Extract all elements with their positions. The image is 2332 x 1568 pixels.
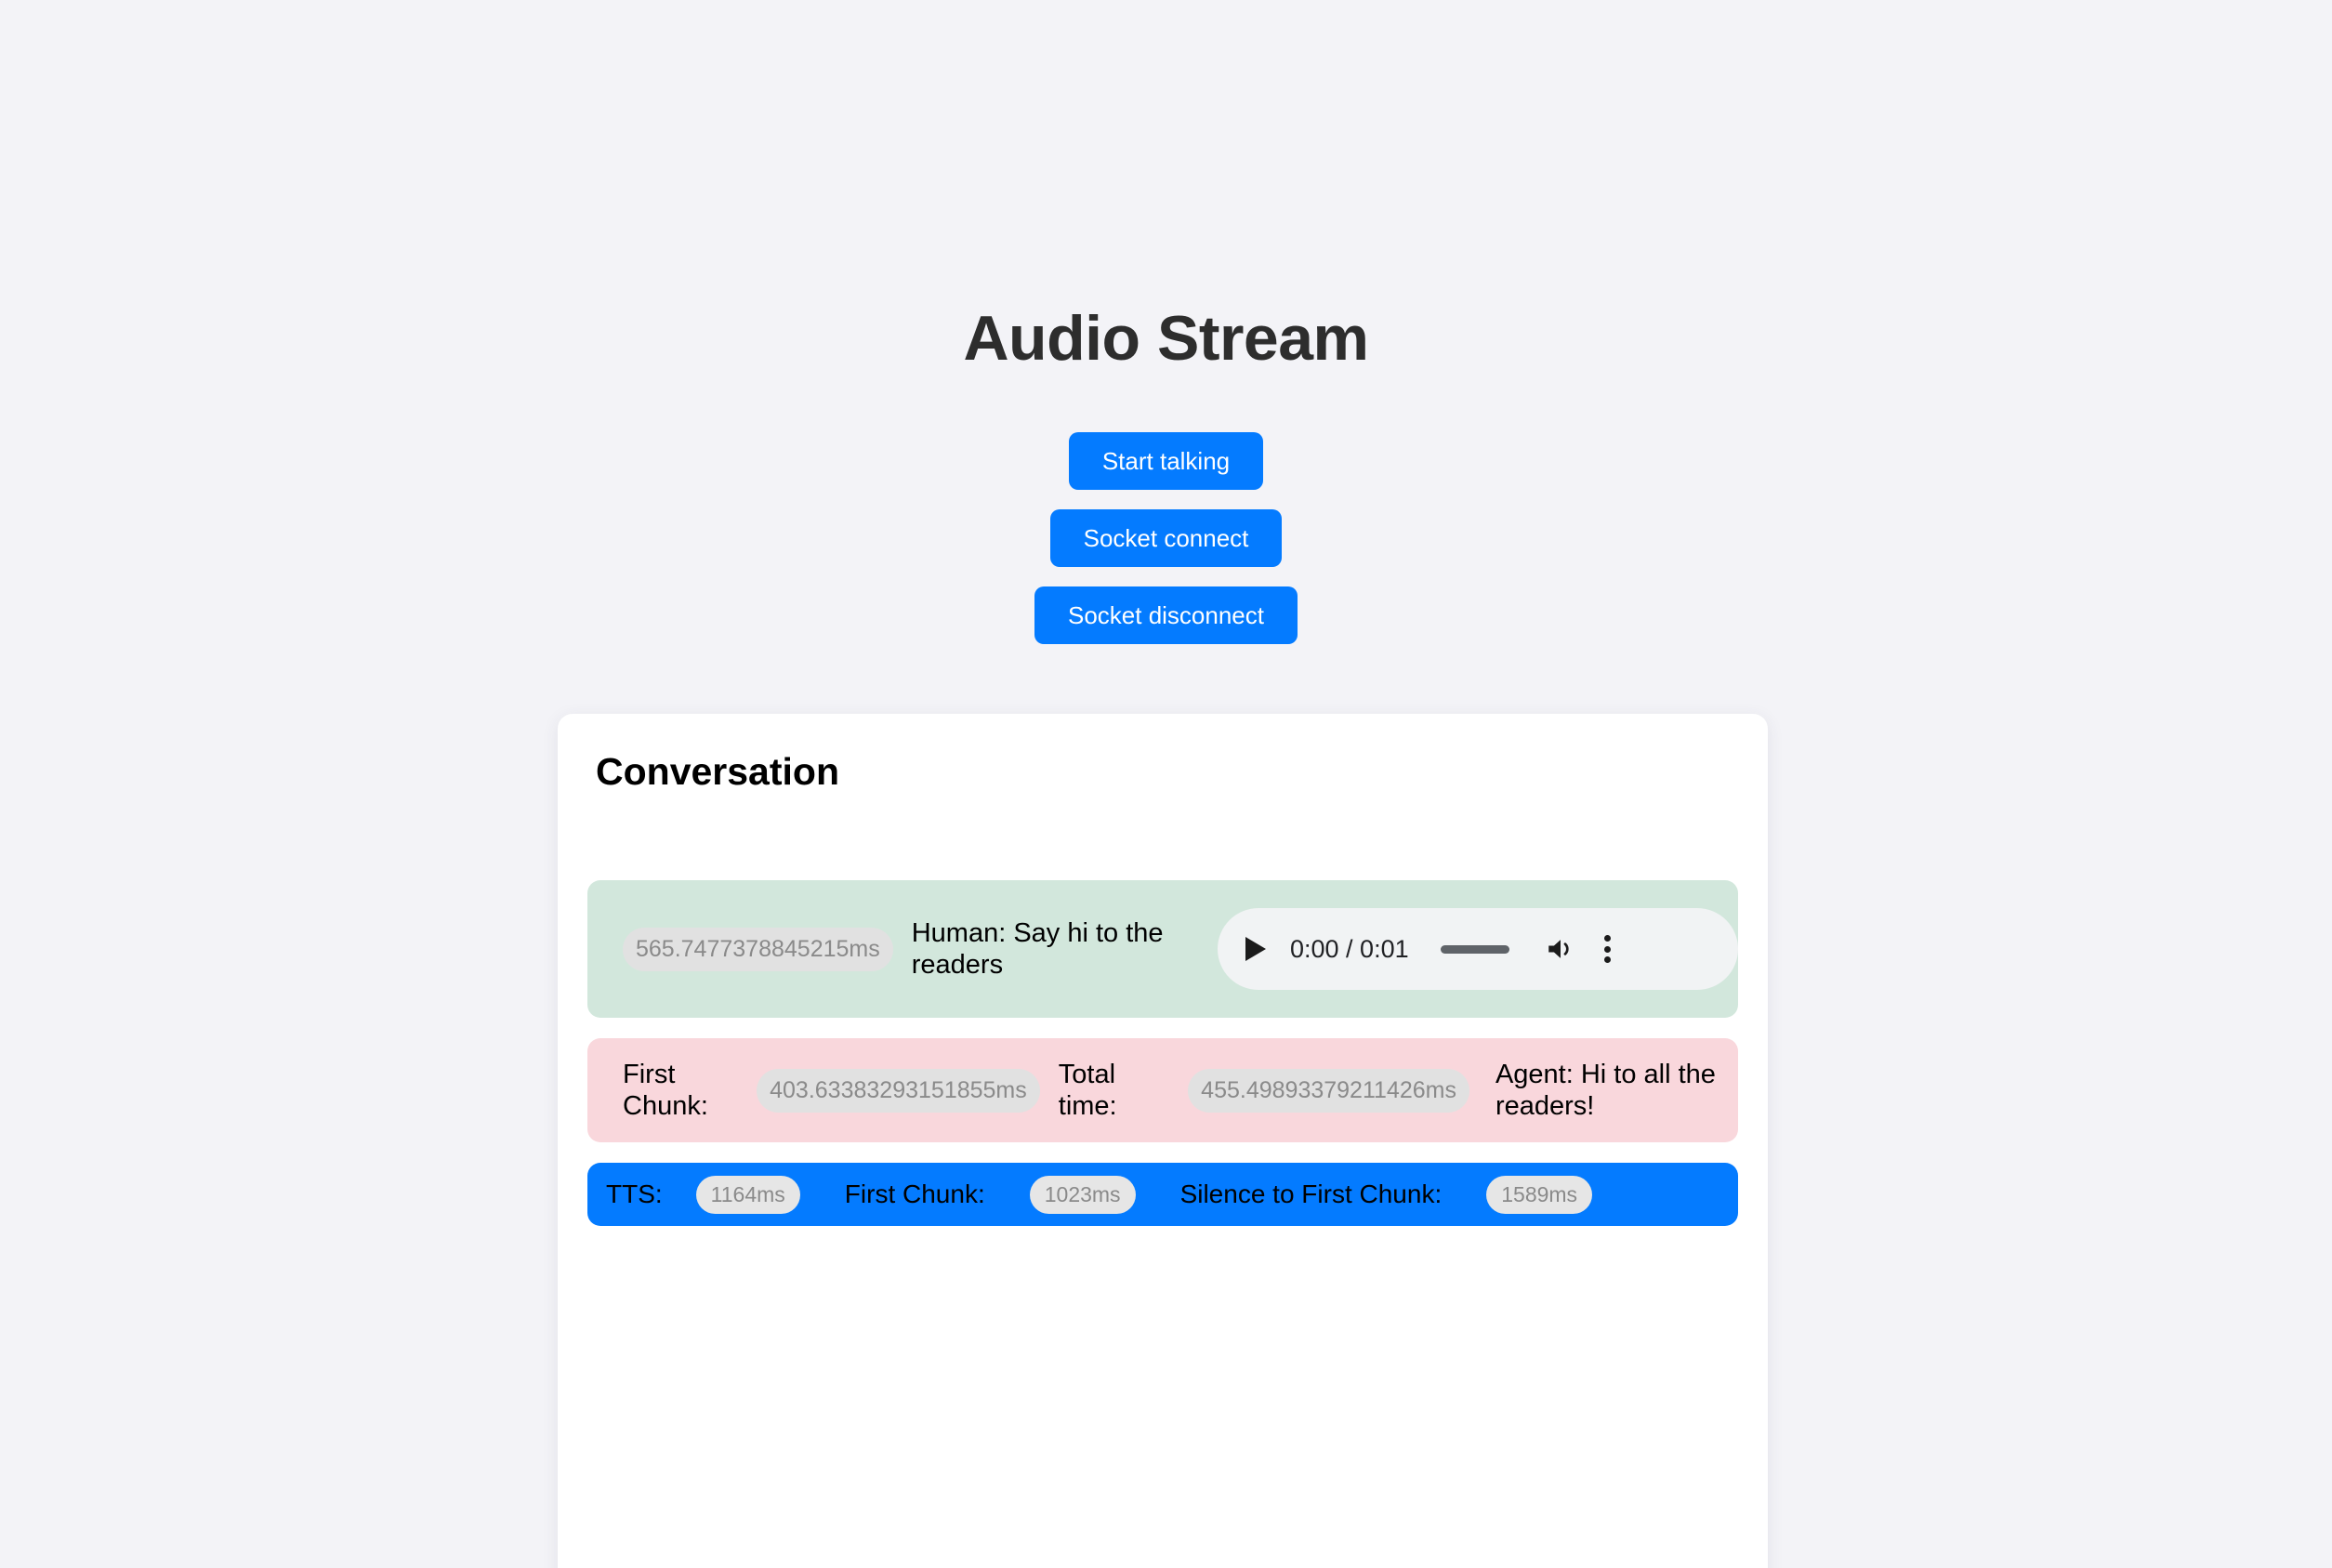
menu-dot [1603,935,1611,942]
overflow-menu-icon[interactable] [1603,935,1611,963]
start-talking-button[interactable]: Start talking [1068,432,1264,490]
app-root: Audio Stream Start talking Socket connec… [0,0,2332,1568]
human-latency-badge: 565.7477378845215ms [623,927,893,971]
page-title: Audio Stream [963,303,1369,374]
tts-badge: 1164ms [695,1175,800,1214]
message-list: 565.7477378845215ms Human: Say hi to the… [587,880,1738,1226]
control-button-group: Start talking Socket connect Socket disc… [0,432,2332,644]
first-chunk-label: First Chunk: [623,1059,708,1121]
first-chunk-badge: 403.63383293151855ms [757,1068,1040,1113]
agent-message-row: First Chunk: 403.63383293151855ms Total … [587,1038,1738,1142]
socket-disconnect-button[interactable]: Socket disconnect [1034,586,1298,644]
silence-to-first-chunk-label: Silence to First Chunk: [1179,1179,1443,1209]
human-message-row: 565.7477378845215ms Human: Say hi to the… [587,880,1738,1018]
conversation-card: Conversation 565.7477378845215ms Human: … [558,714,1768,1568]
play-icon[interactable] [1245,937,1266,961]
audio-time-display: 0:00 / 0:01 [1290,934,1409,963]
total-time-label: Total time: [1058,1059,1117,1121]
tts-label: TTS: [606,1179,663,1209]
first-chunk-metric-badge: 1023ms [1029,1175,1136,1214]
first-chunk-metric-label: First Chunk: [844,1179,985,1209]
socket-connect-button[interactable]: Socket connect [1049,509,1283,567]
conversation-heading: Conversation [596,750,839,793]
volume-icon[interactable] [1545,933,1576,965]
menu-dot [1603,945,1611,953]
total-time-badge: 455.49893379211426ms [1188,1068,1469,1113]
metrics-row: TTS: 1164ms First Chunk: 1023ms Silence … [587,1163,1738,1226]
audio-player[interactable]: 0:00 / 0:01 [1218,908,1738,990]
audio-progress-slider[interactable] [1440,944,1509,954]
human-message-text: Human: Say hi to the readers [911,917,1164,980]
agent-message-text: Agent: Hi to all the readers! [1495,1059,1716,1121]
menu-dot [1603,956,1611,963]
silence-to-first-chunk-badge: 1589ms [1486,1175,1593,1214]
